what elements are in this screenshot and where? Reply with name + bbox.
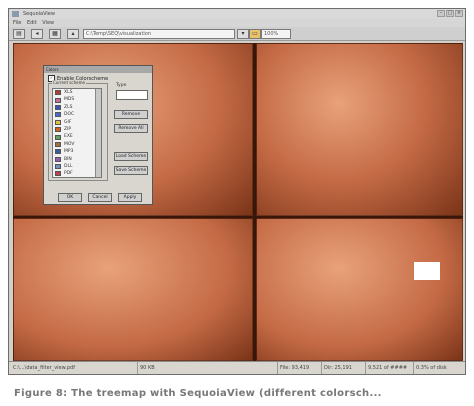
extension-item[interactable]: DLL xyxy=(53,163,101,170)
browse-icon[interactable]: ▾ xyxy=(237,29,249,39)
color-swatch xyxy=(55,112,61,118)
extension-label: MOV xyxy=(64,141,75,147)
remove-all-button[interactable]: Remove All xyxy=(114,124,148,133)
color-swatch xyxy=(55,156,61,162)
toolbar: ▤ ◂ ▦ ▴ C:\Temp\SEQ\visualization ▾ ▭ 10… xyxy=(9,27,465,41)
extension-label: XLS xyxy=(64,90,73,95)
apply-button[interactable]: Apply xyxy=(118,193,142,202)
menu-file[interactable]: File xyxy=(13,20,21,26)
type-input[interactable] xyxy=(116,90,148,100)
extension-item[interactable]: PDF xyxy=(53,170,101,177)
extension-item[interactable]: DOC xyxy=(53,111,101,118)
load-scheme-button[interactable]: Load Scheme xyxy=(114,152,148,161)
maximize-button[interactable]: □ xyxy=(446,10,454,17)
menu-view[interactable]: View xyxy=(42,20,54,26)
zoom-select[interactable]: 100% xyxy=(261,29,291,39)
window-title: SequoiaView xyxy=(23,11,55,17)
scan-icon[interactable]: ▦ xyxy=(49,29,61,39)
status-files: File: 93,419 xyxy=(277,362,322,374)
back-icon[interactable]: ◂ xyxy=(31,29,43,39)
scheme-group-label: Current scheme xyxy=(52,80,86,85)
extension-label: ZLS xyxy=(64,104,73,110)
color-scheme-dialog: Colors ✓ Enable Colorscheme Current sche… xyxy=(43,65,153,205)
extension-item[interactable]: BIN xyxy=(53,156,101,163)
extension-label: ZIP xyxy=(64,126,72,132)
extension-item[interactable]: MP3 xyxy=(53,148,101,155)
color-swatch xyxy=(55,141,61,147)
status-size: 90 KB xyxy=(137,362,180,374)
ok-button[interactable]: OK xyxy=(58,193,82,202)
color-swatch xyxy=(55,119,61,125)
color-swatch xyxy=(55,127,61,133)
status-path: C:\...\data_filter_view.pdf xyxy=(13,365,75,371)
extension-item[interactable]: MOV xyxy=(53,141,101,148)
treemap-block[interactable] xyxy=(13,218,253,361)
extension-label: MP3 xyxy=(64,149,74,155)
treemap-block[interactable] xyxy=(256,43,463,216)
status-bar: C:\...\data_filter_view.pdf 90 KB File: … xyxy=(9,361,465,374)
color-swatch xyxy=(55,97,61,103)
folder-icon[interactable]: ▭ xyxy=(249,29,261,39)
list-scrollbar[interactable] xyxy=(95,89,101,177)
app-window: SequoiaView – □ × File Edit View ▤ ◂ ▦ ▴… xyxy=(8,8,466,375)
extension-item[interactable]: GIF xyxy=(53,119,101,126)
remove-button[interactable]: Remove xyxy=(114,110,148,119)
type-label: Type xyxy=(116,83,127,88)
extension-item[interactable]: MDS xyxy=(53,96,101,103)
open-folder-icon[interactable]: ▤ xyxy=(13,29,25,39)
extension-label: DOC xyxy=(64,112,75,118)
cancel-button[interactable]: Cancel xyxy=(88,193,112,202)
extension-label: BIN xyxy=(64,156,72,162)
color-swatch xyxy=(55,90,61,96)
title-bar: SequoiaView – □ × xyxy=(9,9,465,19)
color-swatch xyxy=(55,134,61,140)
extension-label: EXE xyxy=(64,134,73,140)
color-swatch xyxy=(55,104,61,110)
treemap-divider xyxy=(253,43,256,361)
color-swatch xyxy=(55,149,61,155)
extension-item[interactable]: EXE xyxy=(53,133,101,140)
minimize-button[interactable]: – xyxy=(437,10,445,17)
extension-list[interactable]: XLS MDS ZLS DOC GIF ZIP EXE MOV MP3 BIN DLL PDF xyxy=(52,88,102,178)
extension-label: DLL xyxy=(64,163,73,169)
figure-caption: Figure 8: The treemap with SequoiaView (… xyxy=(14,388,382,399)
path-input[interactable]: C:\Temp\SEQ\visualization xyxy=(83,29,235,39)
extension-item[interactable]: ZLS xyxy=(53,104,101,111)
color-swatch xyxy=(55,171,61,177)
extension-label: MDS xyxy=(64,97,75,103)
extension-label: PDF xyxy=(64,171,73,177)
extension-item[interactable]: ZIP xyxy=(53,126,101,133)
color-swatch xyxy=(55,164,61,170)
save-scheme-button[interactable]: Save Scheme xyxy=(114,166,148,175)
treemap-divider-horizontal xyxy=(13,216,463,218)
close-button[interactable]: × xyxy=(455,10,463,17)
scheme-group: Current scheme XLS MDS ZLS DOC GIF ZIP EXE MOV M… xyxy=(48,80,108,181)
dialog-title: Colors xyxy=(44,66,152,73)
up-icon[interactable]: ▴ xyxy=(67,29,79,39)
status-free: 0.3% of disk xyxy=(413,362,465,374)
menu-bar: File Edit View xyxy=(9,19,465,27)
scan-artifact xyxy=(414,262,440,280)
menu-edit[interactable]: Edit xyxy=(27,20,37,26)
status-dirs: Dir: 25,191 xyxy=(321,362,366,374)
status-extra: 9,521 of #### xyxy=(365,362,414,374)
app-icon xyxy=(12,11,19,17)
treemap-block[interactable] xyxy=(256,218,463,361)
extension-item[interactable]: XLS xyxy=(53,89,101,96)
extension-label: GIF xyxy=(64,119,72,125)
